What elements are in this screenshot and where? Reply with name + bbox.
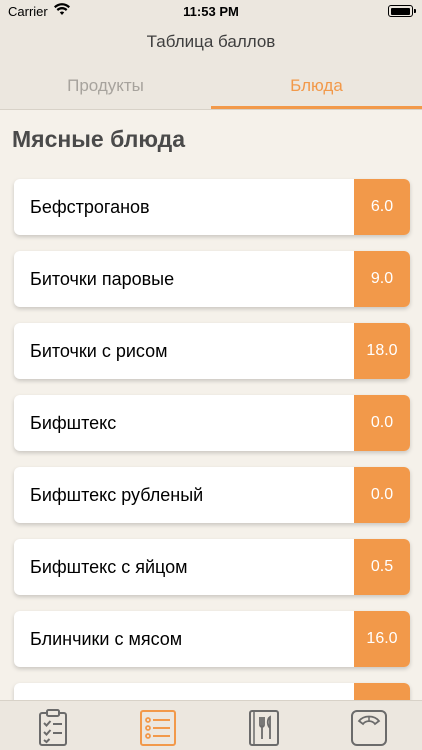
dish-score-badge: 9.0 bbox=[354, 251, 410, 307]
dish-name: Бифштекс bbox=[30, 413, 117, 433]
dish-score-badge: 0.5 bbox=[354, 539, 410, 595]
dish-list: Бефстроганов 6.0 Биточки паровые 9.0 Бит… bbox=[14, 179, 410, 750]
list-item[interactable]: Бефстроганов 6.0 bbox=[14, 179, 410, 235]
dish-name: Бифштекс с яйцом bbox=[30, 557, 188, 577]
page-title: Таблица баллов bbox=[146, 32, 276, 51]
dish-name: Блинчики с мясом bbox=[30, 629, 183, 649]
tab-bar-scale[interactable] bbox=[349, 707, 389, 747]
dish-score-badge: 0.0 bbox=[354, 395, 410, 451]
battery-icon bbox=[388, 5, 416, 17]
list-item[interactable]: Бифштекс с яйцом 0.5 bbox=[14, 539, 410, 595]
section-title: Мясные блюда bbox=[12, 126, 186, 152]
tab-dishes[interactable]: Блюда bbox=[211, 76, 422, 96]
tab-bar-checklist[interactable] bbox=[33, 707, 73, 747]
list-item[interactable]: Бифштекс 0.0 bbox=[14, 395, 410, 451]
list-item[interactable]: Биточки паровые 9.0 bbox=[14, 251, 410, 307]
tab-products[interactable]: Продукты bbox=[0, 76, 211, 96]
dish-name: Бефстроганов bbox=[30, 197, 150, 217]
dish-score-badge: 16.0 bbox=[354, 611, 410, 667]
status-time: 11:53 PM bbox=[183, 4, 239, 19]
clipboard-checklist-icon bbox=[39, 709, 67, 746]
tab-bar-list[interactable] bbox=[138, 707, 178, 747]
list-item[interactable]: Бифштекс рубленый 0.0 bbox=[14, 467, 410, 523]
dish-name: Биточки с рисом bbox=[30, 341, 168, 361]
dish-name: Биточки паровые bbox=[30, 269, 175, 289]
scale-icon bbox=[351, 710, 387, 746]
list-icon bbox=[140, 710, 176, 746]
status-bar: Carrier 11:53 PM bbox=[0, 0, 422, 24]
list-item[interactable]: Блинчики с мясом 16.0 bbox=[14, 611, 410, 667]
active-tab-indicator bbox=[211, 106, 422, 109]
tab-bar bbox=[0, 700, 422, 750]
tab-bar-menu[interactable] bbox=[244, 707, 284, 747]
list-item[interactable]: Биточки с рисом 18.0 bbox=[14, 323, 410, 379]
dish-name: Бифштекс рубленый bbox=[30, 485, 204, 505]
menu-cutlery-icon bbox=[249, 710, 279, 746]
dish-score-badge: 0.0 bbox=[354, 467, 410, 523]
dish-score-badge: 18.0 bbox=[354, 323, 410, 379]
nav-bar: Таблица баллов Продукты Блюда bbox=[0, 24, 422, 110]
dish-score-badge: 6.0 bbox=[354, 179, 410, 235]
